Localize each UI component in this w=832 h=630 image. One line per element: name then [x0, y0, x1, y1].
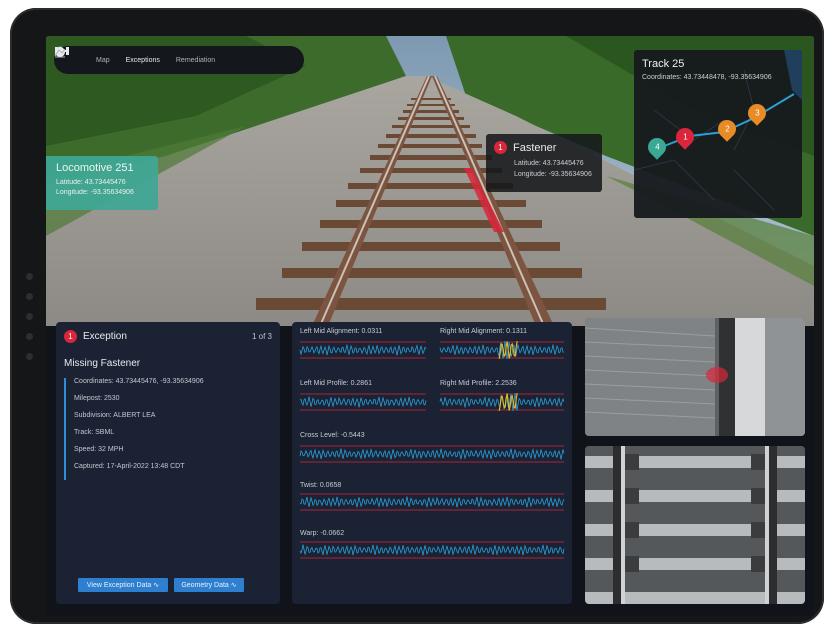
waveform-trace	[299, 544, 565, 556]
nav-label-remediation: Remediation	[175, 56, 216, 64]
exception-title: Exception	[83, 331, 127, 342]
nav-label-exceptions: Exceptions	[125, 56, 160, 64]
locomotive-latitude: Latitude: 43.73445476	[56, 179, 126, 186]
detail-subdivision: Subdivision: ALBERT LEA	[74, 412, 156, 419]
waveform-trace	[299, 343, 427, 356]
button-label: Geometry Data	[181, 581, 229, 589]
fastener-title: Fastener	[513, 141, 557, 154]
detail-coordinates: Coordinates: 43.73445476, -93.35634906	[74, 378, 204, 385]
track-title: Track 25	[642, 58, 685, 70]
track-overhead-photo	[585, 446, 805, 604]
fastener-latitude: Latitude: 43.73445476	[514, 160, 584, 167]
chart-line-icon: ∿	[230, 582, 237, 589]
channel-label: Twist: 0.0658	[300, 482, 342, 489]
app-logo[interactable]	[55, 47, 82, 67]
camera-dot	[26, 333, 33, 340]
remediation-icon	[54, 48, 66, 57]
channel-label: Warp: -0.0662	[300, 530, 345, 537]
rail-closeup-image[interactable]	[585, 318, 805, 436]
geometry-waveforms	[299, 340, 565, 559]
waveform-trace	[299, 448, 565, 460]
camera-dot	[26, 353, 33, 360]
locomotive-card[interactable]: Locomotive 251 Latitude: 43.73445476 Lon…	[46, 156, 158, 210]
map-pin-label: 4	[654, 142, 660, 152]
channel-label: Left Mid Alignment: 0.0311	[300, 328, 383, 335]
detail-speed: Speed: 32 MPH	[74, 446, 124, 453]
exception-details: Coordinates: 43.73445476, -93.35634906 M…	[64, 378, 204, 480]
fastener-callout[interactable]: 1 Fastener Latitude: 43.73445476 Longitu…	[486, 134, 602, 192]
geometry-panel: Left Mid Alignment: 0.0311 Right Mid Ali…	[292, 322, 572, 604]
exception-badge: 1	[64, 330, 77, 343]
camera-dot	[26, 273, 33, 280]
chart-line-icon: ∿	[153, 582, 160, 589]
channel-label: Right Mid Profile: 2.2536	[440, 380, 517, 387]
locomotive-longitude: Longitude: -93.35634906	[56, 189, 134, 196]
track-minimap[interactable]: Track 25 Coordinates: 43.73448478, -93.3…	[634, 50, 802, 218]
top-nav: Map Exceptions Remediation	[54, 46, 304, 74]
detail-milepost: Milepost: 2530	[74, 395, 120, 402]
locomotive-title: Locomotive 251	[56, 162, 134, 174]
fastener-badge: 1	[494, 141, 507, 154]
channel-label: Right Mid Alignment: 0.1311	[440, 328, 528, 335]
track-overhead-image[interactable]	[585, 446, 805, 604]
camera-dot	[26, 313, 33, 320]
rail-closeup-photo	[585, 318, 805, 436]
fastener-longitude: Longitude: -93.35634906	[514, 171, 592, 178]
waveform-trace	[300, 496, 565, 509]
geometry-data-button[interactable]: Geometry Data ∿	[174, 578, 244, 592]
detail-track: Track: SBML	[74, 429, 115, 436]
detail-captured: Captured: 17-April-2022 13:48 CDT	[74, 463, 185, 470]
nav-item-remediation[interactable]: Remediation	[54, 48, 216, 64]
view-exception-data-button[interactable]: View Exception Data ∿	[78, 578, 168, 592]
camera-dot	[26, 293, 33, 300]
app-screen: Map Exceptions Remediation Locomotive 25…	[46, 36, 814, 616]
map-pin-label: 1	[682, 132, 688, 142]
tablet-frame: Map Exceptions Remediation Locomotive 25…	[10, 8, 824, 624]
rail-camera-view[interactable]: Map Exceptions Remediation Locomotive 25…	[46, 36, 814, 326]
channel-label: Cross Level: -0.5443	[300, 432, 365, 439]
exception-pager[interactable]: 1 of 3	[252, 332, 272, 341]
button-label: View Exception Data	[86, 581, 152, 589]
channel-label: Left Mid Profile: 0.2861	[300, 380, 372, 387]
nav-label-map: Map	[96, 56, 110, 64]
waveform-trace	[299, 396, 427, 408]
exception-panel: 1 Exception 1 of 3 Missing Fastener Coor…	[56, 322, 280, 604]
nav-item-map[interactable]: Map	[55, 46, 110, 64]
exception-subtitle: Missing Fastener	[64, 358, 141, 369]
track-coordinates: Coordinates: 43.73448478, -93.35634906	[642, 74, 772, 81]
map-pin-label: 2	[724, 124, 730, 134]
nav-item-exceptions[interactable]: Exceptions	[55, 47, 160, 64]
map-pin-label: 3	[754, 108, 760, 118]
